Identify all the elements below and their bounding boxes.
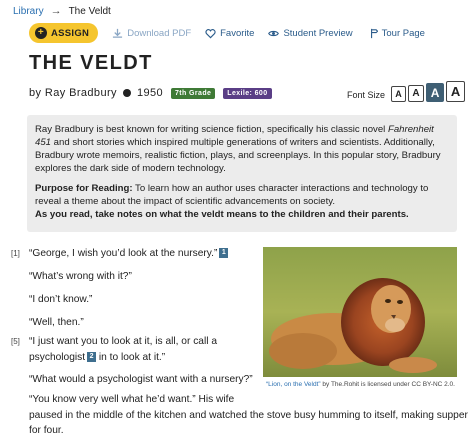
purpose-paragraph: Purpose for Reading: To learn how an aut… — [35, 182, 449, 208]
paragraph-number: [1] — [11, 249, 20, 258]
story-line: “What’s wrong with it?” — [29, 271, 132, 282]
story-line: for four. — [29, 425, 64, 436]
favorite-button[interactable]: Favorite — [205, 28, 254, 39]
arrow-right-icon: → — [50, 5, 62, 17]
introduction-box: Ray Bradbury is best known for writing s… — [27, 115, 457, 232]
story-line: “I just want you to look at it, is all, … — [29, 336, 217, 347]
download-pdf-label: Download PDF — [127, 27, 192, 39]
purpose-label: Purpose for Reading: — [35, 183, 133, 194]
year: 1950 — [136, 87, 164, 99]
font-size-large-button[interactable]: A — [446, 81, 466, 102]
toolbar: + ASSIGN Download PDF Favorite Student P… — [29, 23, 425, 43]
student-preview-label: Student Preview — [283, 27, 353, 39]
intro-paragraph: Ray Bradbury is best known for writing s… — [35, 123, 449, 175]
heart-icon — [205, 28, 216, 38]
instruction-bold: As you read, take notes on what the veld… — [35, 209, 409, 220]
intro-text-b: and short stories which inspired multipl… — [35, 137, 441, 174]
caption-text: by The.Rohit is licensed under CC BY-NC … — [320, 381, 455, 388]
story-line: psychologist 2 in to look at it.” — [29, 352, 165, 363]
story-line: “I don’t know.” — [29, 294, 93, 305]
font-size-medium-button[interactable]: A — [426, 83, 445, 102]
student-preview-button[interactable]: Student Preview — [268, 27, 353, 39]
footnote-marker[interactable]: 1 — [219, 248, 229, 259]
intro-text-a: Ray Bradbury is best known for writing s… — [35, 124, 388, 135]
favorite-label: Favorite — [220, 27, 255, 39]
line-text: psychologist — [29, 352, 86, 363]
plus-icon: + — [35, 27, 47, 39]
author: by Ray Bradbury — [29, 87, 117, 99]
byline: by Ray Bradbury 1950 7th Grade Lexile: 6… — [29, 87, 272, 99]
breadcrumb-current: The Veldt — [68, 5, 111, 17]
story-line: “George, I wish you’d look at the nurser… — [29, 248, 229, 259]
download-pdf-button[interactable]: Download PDF — [112, 28, 191, 39]
paragraph-number: [5] — [11, 337, 20, 346]
tour-page-button[interactable]: Tour Page — [367, 28, 425, 39]
breadcrumb-library-link[interactable]: Library — [13, 6, 44, 17]
line-text: in to look at it.” — [96, 352, 166, 363]
story-line: “Well, then.” — [29, 317, 84, 328]
assign-label: ASSIGN — [51, 27, 90, 39]
dot-separator-icon — [122, 89, 131, 97]
signpost-icon — [370, 28, 378, 38]
grade-badge: 7th Grade — [171, 87, 216, 99]
download-icon — [113, 28, 123, 38]
lexile-badge: Lexile: 600 — [223, 87, 272, 99]
story-line: “What would a psychologist want with a n… — [29, 374, 253, 385]
story-line: “You know very well what he’d want.” His… — [29, 394, 235, 405]
font-size-small-button[interactable]: A — [408, 85, 425, 102]
instruction-text: As you read, take notes on what the veld… — [35, 208, 449, 221]
font-size-control: Font Size A A A A — [347, 81, 466, 102]
footnote-marker[interactable]: 2 — [87, 352, 97, 363]
story-line: paused in the middle of the kitchen and … — [29, 410, 468, 421]
tour-page-label: Tour Page — [381, 27, 425, 39]
line-text: “George, I wish you’d look at the nurser… — [29, 248, 218, 259]
font-size-label: Font Size — [347, 89, 386, 100]
assign-button[interactable]: + ASSIGN — [29, 23, 99, 43]
caption-link[interactable]: “Lion, on the Veldt” — [266, 381, 321, 388]
page-title: THE VELDT — [29, 52, 153, 74]
lion-photo — [263, 247, 457, 377]
image-caption: “Lion, on the Veldt” by The.Rohit is lic… — [266, 380, 456, 389]
eye-icon — [268, 30, 280, 36]
breadcrumb: Library → The Veldt — [13, 5, 111, 17]
font-size-smallest-button[interactable]: A — [391, 86, 407, 102]
